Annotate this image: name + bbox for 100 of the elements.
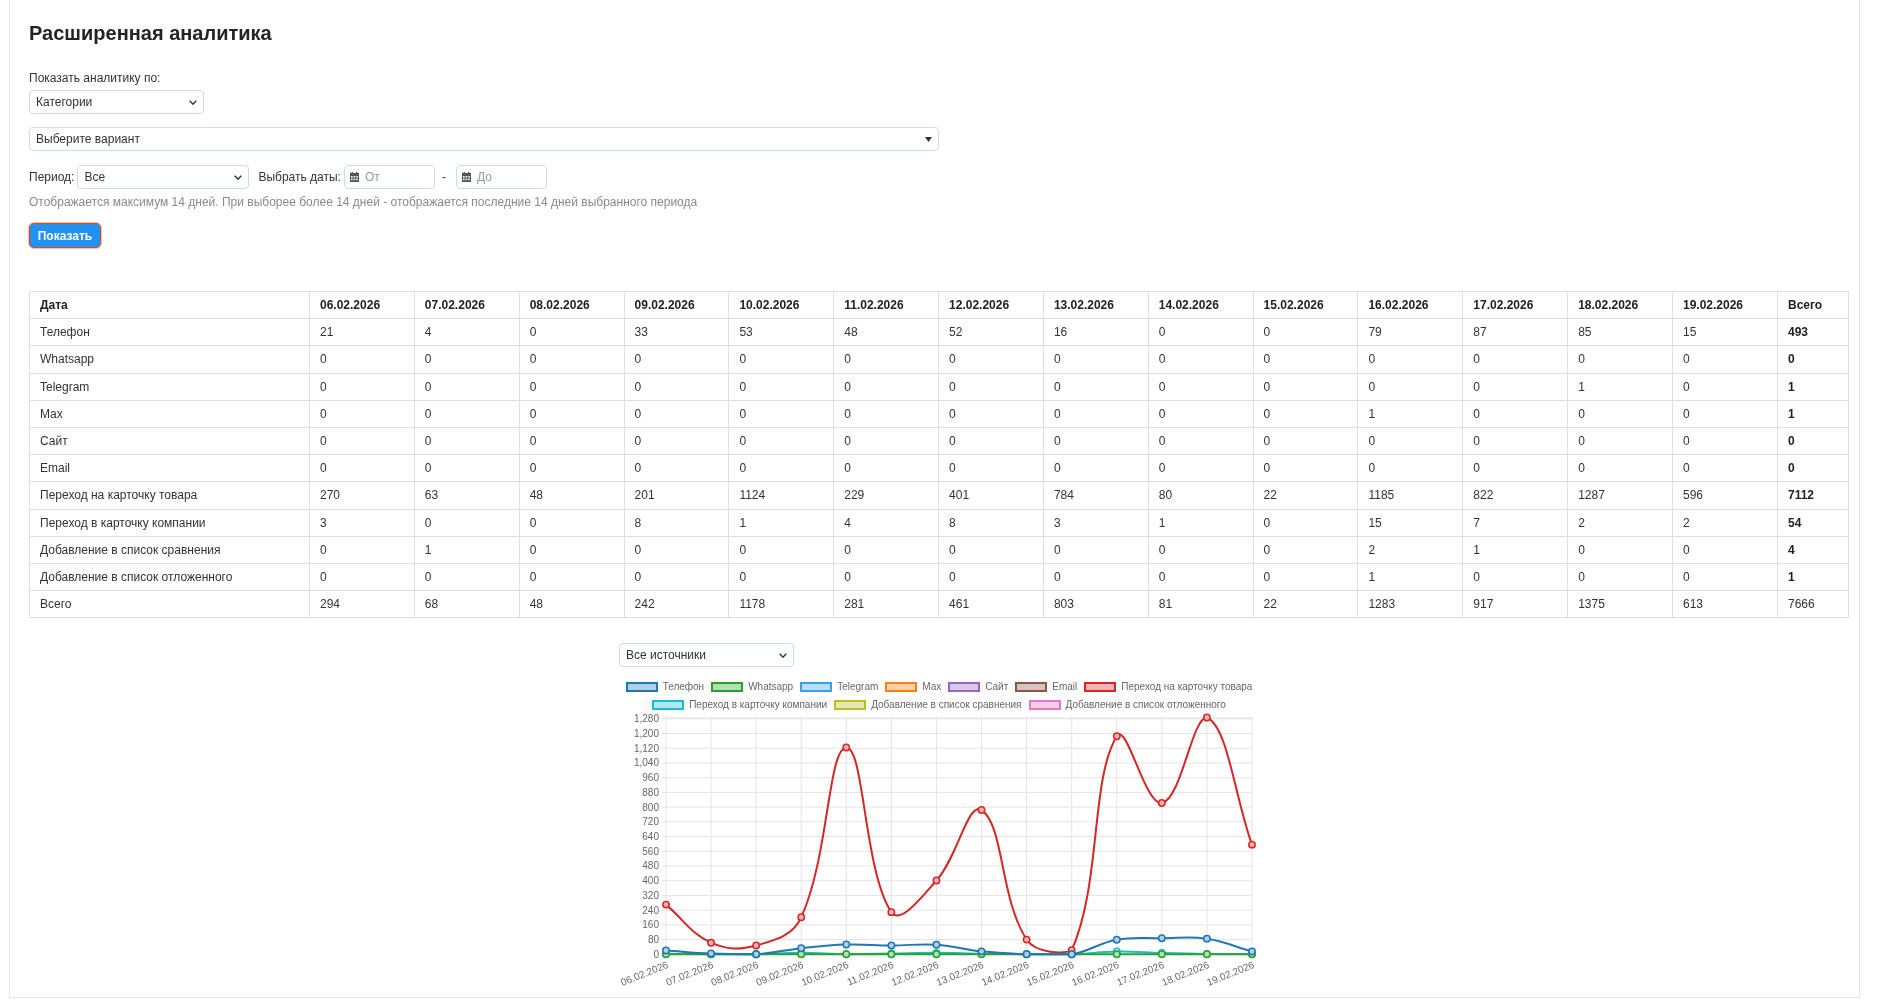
table-cell: 917 <box>1462 590 1568 618</box>
table-cell: 4 <box>414 318 520 346</box>
table-cell: 1375 <box>1567 590 1673 618</box>
table-cell: 85 <box>1567 318 1673 346</box>
table-cell: 1 <box>1357 563 1463 591</box>
table-cell: Telegram <box>29 373 310 401</box>
table-cell: 0 <box>519 536 625 564</box>
table-cell: 0 <box>1148 454 1254 482</box>
table-cell: 0 <box>1148 318 1254 346</box>
table-cell: 0 <box>1148 427 1254 455</box>
table-cell: 7112 <box>1777 481 1849 510</box>
table-cell: 48 <box>519 590 625 618</box>
table-cell: 4 <box>1777 536 1849 564</box>
y-axis-label: 1,200 <box>633 728 659 740</box>
table-cell: 0 <box>1043 454 1149 482</box>
table-cell: 0 <box>1043 373 1149 401</box>
table-cell: 0 <box>728 400 834 428</box>
table-cell: 242 <box>624 590 729 618</box>
table-cell: 0 <box>1672 345 1778 374</box>
table-cell: 2 <box>1672 509 1778 537</box>
table-cell: 1 <box>1357 400 1463 428</box>
table-cell: 0 <box>1043 563 1149 591</box>
table-cell: 401 <box>938 481 1044 510</box>
table-cell: 48 <box>833 318 939 346</box>
table-cell: 4 <box>833 509 939 537</box>
table-cell: 0 <box>833 454 939 482</box>
table-cell: 0 <box>833 536 939 564</box>
table-cell: 0 <box>1253 536 1358 564</box>
table-cell: 229 <box>833 481 939 510</box>
table-cell: 0 <box>624 536 729 564</box>
table-cell: 0 <box>309 536 415 564</box>
table-cell: 0 <box>1043 345 1149 374</box>
table-cell: 0 <box>309 400 415 428</box>
table-cell: 0 <box>1672 373 1778 401</box>
table-cell: 0 <box>519 400 625 428</box>
y-axis-label: 480 <box>642 860 659 872</box>
table-cell: 1 <box>414 536 520 564</box>
column-header: 07.02.2026 <box>414 291 520 319</box>
table-cell: 48 <box>519 481 625 510</box>
table-cell: 0 <box>1253 509 1358 537</box>
legend-label: Whatsapp <box>748 681 794 694</box>
y-axis-label: 160 <box>642 919 659 931</box>
table-cell: 0 <box>1462 427 1568 455</box>
table-cell: Телефон <box>29 318 310 346</box>
table-cell: 0 <box>1148 563 1254 591</box>
table-cell: 1178 <box>728 590 834 618</box>
table-cell: 0 <box>728 454 834 482</box>
table-cell: 0 <box>414 373 520 401</box>
table-cell: 1 <box>1777 373 1849 401</box>
table-cell: 0 <box>938 427 1044 455</box>
y-axis-label: 640 <box>642 831 659 843</box>
table-cell: 52 <box>938 318 1044 346</box>
table-cell: 0 <box>1462 345 1568 374</box>
legend-label: Email <box>1052 681 1078 694</box>
table-cell: 0 <box>728 563 834 591</box>
table-cell: Переход в карточку компании <box>29 509 310 537</box>
y-axis-label: 400 <box>642 875 659 887</box>
y-axis-label: 80 <box>647 934 659 946</box>
table-cell: 22 <box>1253 590 1358 618</box>
table-cell: 0 <box>1357 373 1463 401</box>
table-cell: 0 <box>1357 345 1463 374</box>
table-cell: 493 <box>1777 318 1849 346</box>
table-cell: 0 <box>1672 536 1778 564</box>
table-cell: 15 <box>1357 509 1463 537</box>
table-cell: 0 <box>1567 454 1673 482</box>
legend-label: Переход в карточку компании <box>689 699 828 712</box>
table-cell: 0 <box>414 454 520 482</box>
table-cell: 0 <box>1357 454 1463 482</box>
table-cell: 53 <box>728 318 834 346</box>
table-cell: 0 <box>1567 427 1673 455</box>
table-cell: 0 <box>728 427 834 455</box>
column-header: 16.02.2026 <box>1357 291 1463 319</box>
y-axis-label: 1,040 <box>633 757 659 769</box>
table-cell: 0 <box>1253 427 1358 455</box>
table-cell: 0 <box>1672 427 1778 455</box>
y-axis-label: 0 <box>653 949 659 961</box>
field-label: Выбрать даты: <box>258 169 341 185</box>
table-cell: 0 <box>309 427 415 455</box>
table-cell: 294 <box>309 590 415 618</box>
legend-label: Добавление в список сравнения <box>871 699 1022 712</box>
legend-label: Телефон <box>662 681 705 694</box>
hint-text: Отображается максимум 14 дней. При выборее более 14 дней - отображается последние 14 дней выбранного периода <box>29 194 699 210</box>
table-cell: 22 <box>1253 481 1358 510</box>
table-cell: Whatsapp <box>29 345 310 374</box>
table-cell: 54 <box>1777 509 1849 537</box>
table-cell: 1 <box>1462 536 1568 564</box>
column-header: 12.02.2026 <box>938 291 1044 319</box>
table-cell: 33 <box>624 318 729 346</box>
table-cell: 201 <box>624 481 729 510</box>
table-cell: 0 <box>1253 373 1358 401</box>
table-cell: 0 <box>624 345 729 374</box>
table-cell: 0 <box>1567 400 1673 428</box>
table-cell: 0 <box>938 400 1044 428</box>
table-cell: 613 <box>1672 590 1778 618</box>
table-cell: 0 <box>833 345 939 374</box>
legend-label: Переход на карточку товара <box>1121 681 1253 694</box>
table-cell: 0 <box>1043 536 1149 564</box>
table-cell: 0 <box>1253 345 1358 374</box>
table-cell: 80 <box>1148 481 1254 510</box>
table-cell: 0 <box>833 373 939 401</box>
